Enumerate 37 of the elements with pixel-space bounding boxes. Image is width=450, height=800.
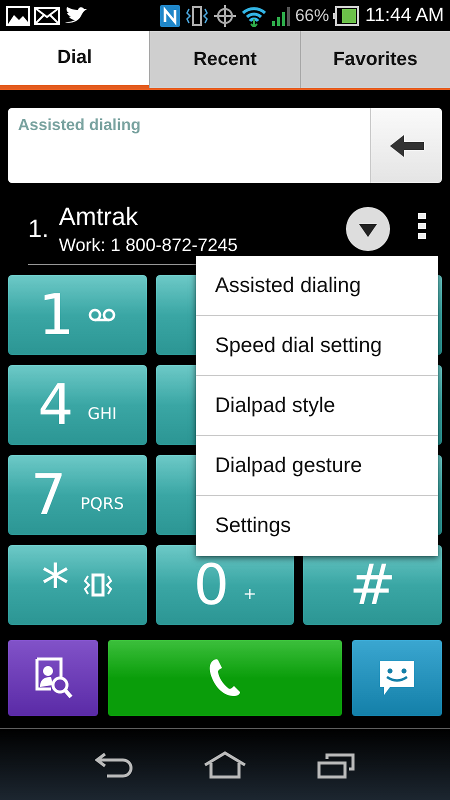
nfc-icon [159, 4, 182, 28]
contact-search-button[interactable] [8, 640, 98, 716]
menu-item[interactable]: Speed dial setting [196, 316, 438, 376]
phone-icon [208, 658, 242, 698]
menu-item[interactable]: Dialpad gesture [196, 436, 438, 496]
result-number: 1. [28, 214, 49, 244]
envelope-icon [34, 6, 60, 24]
gallery-icon [6, 6, 30, 26]
tab[interactable]: Favorites [300, 31, 450, 88]
voicemail-icon [88, 308, 116, 322]
tab[interactable]: Recent [149, 31, 300, 88]
crosshair-icon [213, 4, 238, 28]
contact-name[interactable]: Amtrak [58, 202, 346, 232]
smiley-message-icon [378, 659, 416, 697]
battery-percent: 66% [295, 6, 330, 26]
signal-icon [271, 4, 292, 26]
overflow-menu-icon[interactable] [418, 212, 426, 238]
vibrate-icon [83, 573, 114, 597]
menu-item[interactable]: Dialpad style [196, 376, 438, 436]
call-button[interactable] [108, 640, 342, 716]
contact-search-icon [33, 657, 73, 699]
back-icon[interactable] [95, 752, 133, 778]
menu-item[interactable]: Assisted dialing [196, 256, 438, 316]
dropdown-icon[interactable] [346, 207, 390, 251]
contact-number: Work: 1 800-872-7245 [58, 234, 239, 256]
clock: 11:44 AM [365, 4, 444, 26]
recent-apps-icon[interactable] [317, 750, 355, 778]
backspace-icon [390, 134, 424, 156]
bird-icon [64, 6, 88, 26]
backspace-button[interactable] [370, 108, 442, 183]
vibrate-icon [185, 4, 210, 26]
dial-field[interactable]: Assisted dialing [8, 108, 370, 183]
battery-icon [333, 6, 360, 26]
home-icon[interactable] [203, 750, 247, 778]
wifi-icon [241, 4, 268, 26]
tab[interactable]: Dial [0, 31, 150, 85]
message-button[interactable] [352, 640, 442, 716]
